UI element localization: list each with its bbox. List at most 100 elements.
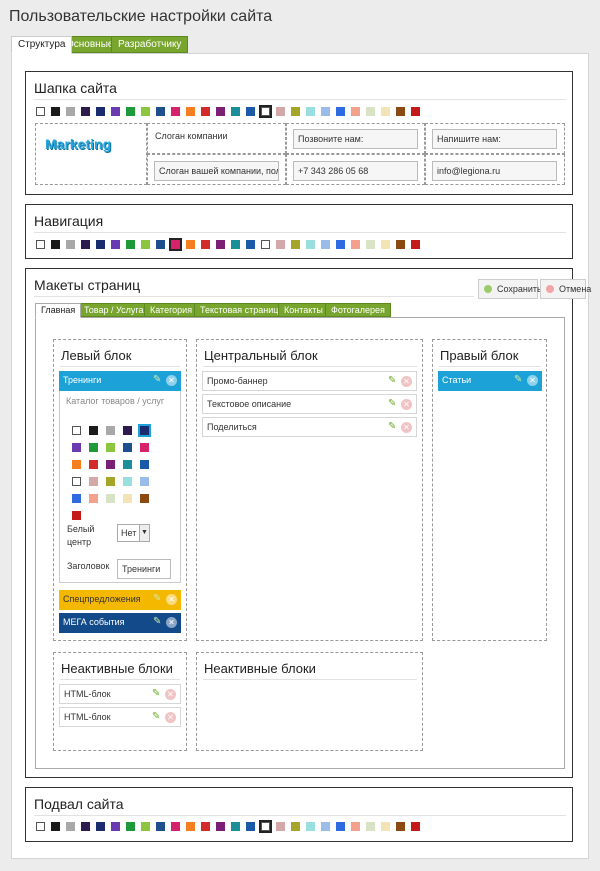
edit-icon[interactable]: ✎ <box>388 422 398 432</box>
color-swatch[interactable] <box>381 107 390 116</box>
delete-icon[interactable]: ✕ <box>165 689 176 700</box>
call-label-input[interactable]: Позвоните нам: <box>293 129 418 149</box>
color-swatch[interactable] <box>351 240 360 249</box>
color-swatch[interactable] <box>306 240 315 249</box>
layout-tab-contacts[interactable]: Контакты <box>278 303 329 317</box>
site-logo[interactable]: Marketing <box>45 136 111 152</box>
color-swatch[interactable] <box>156 107 165 116</box>
special-offers-item[interactable]: Спецпредложения ✎ ✕ <box>59 590 181 610</box>
color-swatch[interactable] <box>72 511 81 520</box>
color-swatch[interactable] <box>321 107 330 116</box>
trainings-item[interactable]: Тренинги ✎ ✕ <box>59 371 181 391</box>
color-swatch[interactable] <box>246 240 255 249</box>
center-item-share[interactable]: Поделиться ✎ ✕ <box>202 417 417 437</box>
delete-icon[interactable]: ✕ <box>165 712 176 723</box>
color-swatch[interactable] <box>89 443 98 452</box>
color-swatch[interactable] <box>291 822 300 831</box>
color-swatch[interactable] <box>106 477 115 486</box>
write-label-input[interactable]: Напишите нам: <box>432 129 557 149</box>
color-swatch[interactable] <box>231 822 240 831</box>
color-swatch[interactable] <box>396 240 405 249</box>
color-swatch[interactable] <box>396 107 405 116</box>
delete-icon[interactable]: ✕ <box>527 375 538 386</box>
color-swatch[interactable] <box>169 238 182 251</box>
color-swatch[interactable] <box>123 494 132 503</box>
color-swatch[interactable] <box>411 822 420 831</box>
heading-input[interactable]: Тренинги <box>117 559 171 579</box>
color-swatch[interactable] <box>111 240 120 249</box>
delete-icon[interactable]: ✕ <box>166 375 177 386</box>
color-swatch[interactable] <box>36 107 45 116</box>
color-swatch[interactable] <box>66 107 75 116</box>
edit-icon[interactable]: ✎ <box>153 375 163 385</box>
color-swatch[interactable] <box>411 240 420 249</box>
color-swatch[interactable] <box>381 822 390 831</box>
color-swatch[interactable] <box>51 240 60 249</box>
delete-icon[interactable]: ✕ <box>401 399 412 410</box>
color-swatch[interactable] <box>141 822 150 831</box>
color-swatch[interactable] <box>51 107 60 116</box>
delete-icon[interactable]: ✕ <box>166 617 177 628</box>
color-swatch[interactable] <box>246 822 255 831</box>
color-swatch[interactable] <box>336 822 345 831</box>
color-swatch[interactable] <box>81 240 90 249</box>
color-swatch[interactable] <box>126 240 135 249</box>
color-swatch[interactable] <box>216 822 225 831</box>
color-swatch[interactable] <box>123 460 132 469</box>
save-button[interactable]: Сохранить <box>478 279 542 299</box>
color-swatch[interactable] <box>126 822 135 831</box>
color-swatch[interactable] <box>66 822 75 831</box>
edit-icon[interactable]: ✎ <box>514 375 524 385</box>
color-swatch[interactable] <box>171 822 180 831</box>
delete-icon[interactable]: ✕ <box>166 594 177 605</box>
color-swatch[interactable] <box>186 822 195 831</box>
color-swatch[interactable] <box>291 107 300 116</box>
color-swatch[interactable] <box>366 240 375 249</box>
tab-structure[interactable]: Структура <box>11 36 73 54</box>
color-swatch[interactable] <box>216 240 225 249</box>
layout-tab-home[interactable]: Главная <box>35 303 82 318</box>
color-swatch[interactable] <box>411 107 420 116</box>
color-swatch[interactable] <box>201 107 210 116</box>
color-swatch[interactable] <box>81 107 90 116</box>
color-swatch[interactable] <box>259 105 272 118</box>
inactive-html-item[interactable]: HTML-блок ✎ ✕ <box>59 684 181 704</box>
color-swatch[interactable] <box>156 822 165 831</box>
slogan-input[interactable]: Слоган вашей компании, поле мо <box>154 161 279 181</box>
color-swatch[interactable] <box>231 107 240 116</box>
layout-tab-category[interactable]: Категория <box>144 303 199 317</box>
color-swatch[interactable] <box>106 460 115 469</box>
color-swatch[interactable] <box>351 822 360 831</box>
color-swatch[interactable] <box>36 822 45 831</box>
color-swatch[interactable] <box>106 494 115 503</box>
cancel-button[interactable]: Отмена <box>540 279 591 299</box>
color-swatch[interactable] <box>126 107 135 116</box>
color-swatch[interactable] <box>111 822 120 831</box>
color-swatch[interactable] <box>231 240 240 249</box>
color-swatch[interactable] <box>72 443 81 452</box>
color-swatch[interactable] <box>381 240 390 249</box>
center-item-promo[interactable]: Промо-баннер ✎ ✕ <box>202 371 417 391</box>
color-swatch[interactable] <box>138 424 151 437</box>
color-swatch[interactable] <box>259 820 272 833</box>
color-swatch[interactable] <box>72 426 81 435</box>
edit-icon[interactable]: ✎ <box>388 399 398 409</box>
delete-icon[interactable]: ✕ <box>401 376 412 387</box>
color-swatch[interactable] <box>396 822 405 831</box>
color-swatch[interactable] <box>141 107 150 116</box>
edit-icon[interactable]: ✎ <box>388 376 398 386</box>
center-item-text[interactable]: Текстовое описание ✎ ✕ <box>202 394 417 414</box>
color-swatch[interactable] <box>140 460 149 469</box>
color-swatch[interactable] <box>106 443 115 452</box>
email-input[interactable]: info@legiona.ru <box>432 161 557 181</box>
color-swatch[interactable] <box>351 107 360 116</box>
inactive-html-item[interactable]: HTML-блок ✎ ✕ <box>59 707 181 727</box>
color-swatch[interactable] <box>366 107 375 116</box>
color-swatch[interactable] <box>51 822 60 831</box>
color-swatch[interactable] <box>89 494 98 503</box>
color-swatch[interactable] <box>111 107 120 116</box>
color-swatch[interactable] <box>81 822 90 831</box>
color-swatch[interactable] <box>66 240 75 249</box>
mega-events-item[interactable]: МЕГА события ✎ ✕ <box>59 613 181 633</box>
layout-tab-text-page[interactable]: Текстовая страница <box>194 303 290 317</box>
